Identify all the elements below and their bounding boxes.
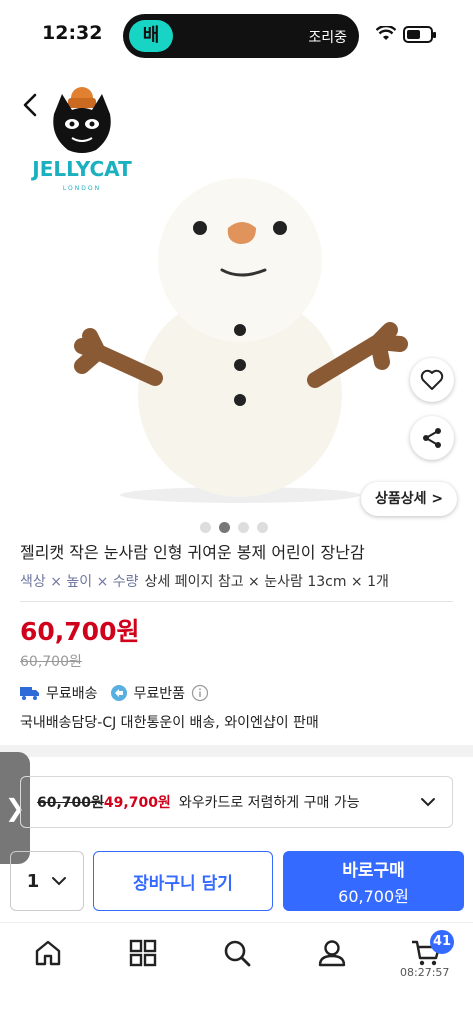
heart-icon — [420, 369, 444, 390]
options-label: 색상 × 높이 × 수량 — [20, 574, 139, 590]
section-divider — [0, 745, 473, 757]
buy-now-price: 60,700원 — [338, 886, 409, 906]
original-price: 60,700원 — [20, 654, 82, 670]
logo-text: JELLYCAT — [30, 157, 132, 181]
status-bar: 12:32 배 조리중 — [0, 0, 473, 70]
product-image-carousel[interactable]: JELLYCAT LONDON 상품상세 > — [0, 70, 473, 540]
carousel-dot[interactable] — [200, 522, 211, 533]
info-icon[interactable] — [191, 684, 209, 702]
carousel-dot[interactable] — [238, 522, 249, 533]
product-title: 젤리캣 작은 눈사람 인형 귀여운 봉제 어린이 장난감 — [20, 543, 365, 562]
product-detail-button[interactable]: 상품상세 > — [361, 482, 458, 516]
wifi-icon — [376, 26, 396, 40]
add-to-cart-label: 장바구니 담기 — [133, 873, 233, 894]
chevron-down-icon — [52, 877, 67, 886]
free-shipping-label: 무료배송 — [46, 686, 98, 702]
bottom-nav: 41 08:27:57 — [0, 922, 473, 1024]
seller-info: 국내배송담당-CJ 대한통운이 배송, 와이엔샵이 판매 — [20, 715, 319, 731]
quantity-select[interactable]: 1 — [10, 851, 84, 911]
island-status-text: 조리중 — [308, 30, 347, 46]
product-options[interactable]: 색상 × 높이 × 수량 상세 페이지 참고 × 눈사람 13cm × 1개 — [20, 571, 389, 591]
carousel-dot[interactable] — [257, 522, 268, 533]
return-icon — [110, 685, 127, 701]
my-account-icon[interactable] — [316, 937, 348, 969]
logo-subtext: LONDON — [63, 185, 101, 192]
buy-now-button[interactable]: 바로구매 60,700원 — [283, 851, 464, 911]
dynamic-island[interactable]: 배 조리중 — [123, 14, 359, 58]
search-icon[interactable] — [221, 937, 253, 969]
wishlist-button[interactable] — [410, 358, 454, 402]
quantity-value: 1 — [26, 870, 40, 892]
back-arrow-icon[interactable] — [16, 90, 46, 120]
share-icon — [423, 428, 441, 448]
share-button[interactable] — [410, 416, 454, 460]
shipping-benefits: 무료배송 무료반품 — [20, 683, 209, 703]
coupon-strike-price: 60,700원 — [37, 795, 104, 811]
battery-icon — [403, 26, 436, 43]
category-grid-icon[interactable] — [127, 937, 159, 969]
add-to-cart-button[interactable]: 장바구니 담기 — [93, 851, 273, 911]
coupon-sale-price: 49,700원 — [103, 795, 171, 811]
buy-now-label: 바로구매 — [342, 860, 405, 881]
carousel-indicator — [200, 522, 268, 533]
status-time: 12:32 — [42, 22, 103, 44]
carousel-dot-active[interactable] — [219, 522, 230, 533]
card-discount-banner[interactable]: 60,700원 49,700원 와우카드로 저렴하게 구매 가능 — [20, 776, 453, 828]
divider — [20, 601, 453, 602]
sale-price: 60,700원 — [20, 617, 140, 646]
free-return-label: 무료반품 — [133, 686, 186, 702]
cart-count-badge: 41 — [430, 930, 454, 954]
timer-text: 08:27:57 — [400, 966, 450, 979]
delivery-app-icon: 배 — [129, 20, 173, 52]
truck-icon — [20, 687, 39, 700]
chevron-down-icon — [421, 798, 435, 807]
options-value: 상세 페이지 참고 × 눈사람 13cm × 1개 — [144, 574, 389, 590]
coupon-text: 와우카드로 저렴하게 구매 가능 — [178, 795, 360, 811]
home-icon[interactable] — [32, 937, 64, 969]
